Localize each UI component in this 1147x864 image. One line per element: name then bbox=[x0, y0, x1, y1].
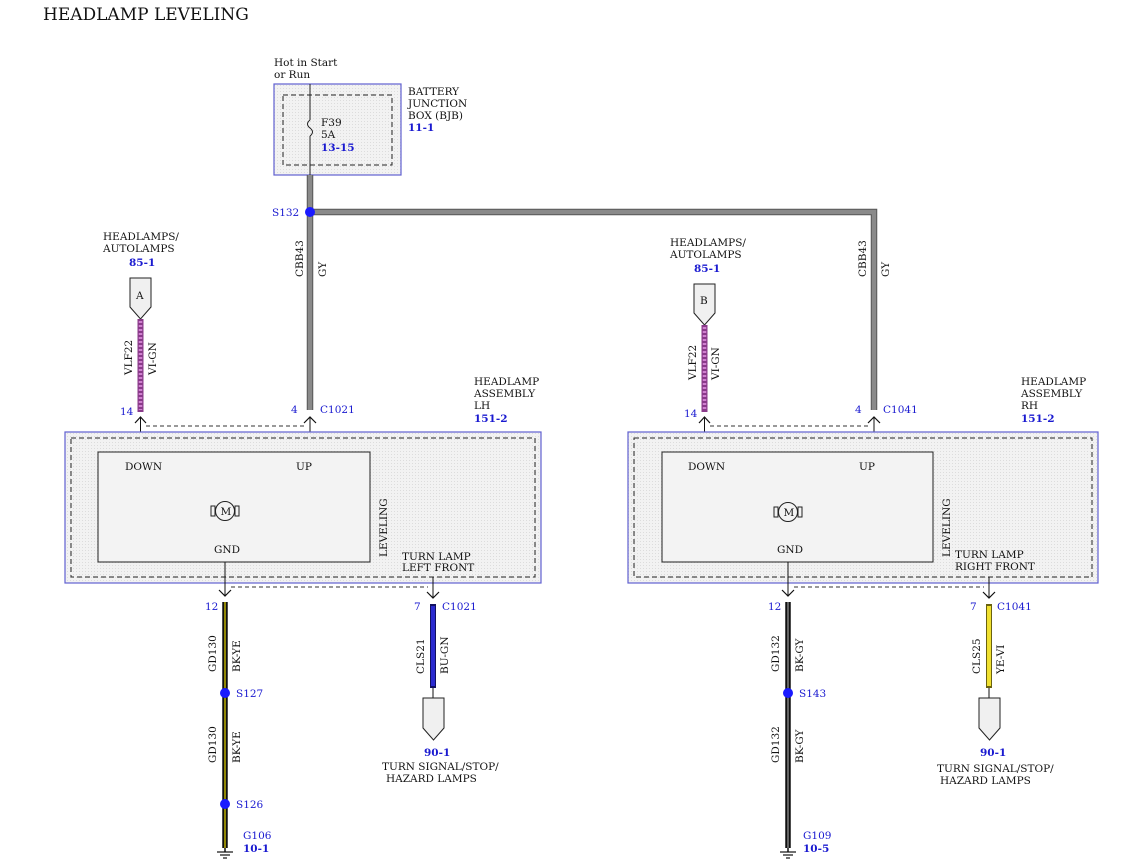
hot-label-line1: Hot in Start bbox=[274, 57, 338, 69]
right-gnd-color-2: BK-GY bbox=[794, 728, 806, 763]
left-turn-label-line2: LEFT FRONT bbox=[402, 562, 474, 574]
left-assy-ref: 151-2 bbox=[474, 413, 508, 425]
right-assy-line2: ASSEMBLY bbox=[1020, 388, 1083, 400]
right-gnd-pin: 12 bbox=[768, 601, 781, 613]
right-assy-line1: HEADLAMP bbox=[1021, 376, 1086, 388]
left-turn-dest-line2: HAZARD LAMPS bbox=[386, 773, 477, 785]
right-turn-circuit: CLS25 bbox=[971, 638, 983, 674]
left-gnd-circuit-1: GD130 bbox=[207, 635, 219, 672]
left-gnd-circuit-2: GD130 bbox=[207, 726, 219, 763]
left-turn-pin: 7 bbox=[414, 601, 421, 613]
splice-s132-dot bbox=[305, 207, 315, 217]
left-sig-color: VI-GN bbox=[147, 342, 159, 376]
bjb-name-line1: BATTERY bbox=[408, 86, 460, 98]
bjb-name-line3: BOX (BJB) bbox=[408, 110, 463, 122]
left-motor-label: M bbox=[221, 506, 232, 518]
left-ground-label: G106 bbox=[243, 830, 272, 842]
fuse-rating: 5A bbox=[321, 129, 336, 141]
right-gnd-color-1: BK-GY bbox=[794, 637, 806, 672]
right-sig-pin: 14 bbox=[684, 408, 698, 420]
left-splice-2-label: S126 bbox=[236, 799, 264, 811]
left-pwr-pin: 4 bbox=[291, 404, 298, 416]
left-ground-ref: 10-1 bbox=[243, 843, 269, 855]
right-splice-1-label: S143 bbox=[799, 688, 826, 700]
power-wires: S132 bbox=[272, 175, 878, 410]
fuse-name: F39 bbox=[321, 117, 342, 129]
splice-s132-label: S132 bbox=[272, 207, 299, 219]
diagram-title: HEADLAMP LEVELING bbox=[43, 5, 249, 25]
right-ground-icon bbox=[780, 848, 796, 859]
right-gnd-label: GND bbox=[777, 544, 803, 556]
left-down-label: DOWN bbox=[125, 461, 162, 473]
right-turn-dest-connector-icon bbox=[978, 697, 1001, 741]
splice-s143-dot bbox=[783, 688, 793, 698]
bjb-ref: 11-1 bbox=[408, 122, 434, 134]
left-gnd-label: GND bbox=[214, 544, 240, 556]
left-ground-icon bbox=[217, 848, 233, 859]
left-assy-line1: HEADLAMP bbox=[474, 376, 539, 388]
right-ground-ref: 10-5 bbox=[803, 843, 829, 855]
left-leveling-label: LEVELING bbox=[378, 498, 390, 557]
left-pwr-circuit: CBB43 bbox=[294, 240, 306, 277]
left-connector-letter: A bbox=[135, 290, 144, 302]
left-feed-label-line1: HEADLAMPS/ bbox=[103, 231, 179, 243]
right-turn-connector: C1041 bbox=[997, 601, 1032, 613]
left-splice-1-label: S127 bbox=[236, 688, 263, 700]
hot-label-line2: or Run bbox=[274, 69, 310, 81]
fuse-ref: 13-15 bbox=[321, 142, 355, 154]
splice-s127-dot bbox=[220, 688, 230, 698]
right-leveling-label: LEVELING bbox=[941, 498, 953, 557]
right-headlamp-section: HEADLAMPS/ AUTOLAMPS 85-1 B VLF22 VI-GN … bbox=[627, 237, 1099, 859]
right-feed-ref: 85-1 bbox=[694, 263, 720, 275]
right-ground-label: G109 bbox=[803, 830, 831, 842]
right-sig-circuit: VLF22 bbox=[687, 345, 699, 381]
left-turn-circuit: CLS21 bbox=[415, 638, 427, 674]
left-turn-connector: C1021 bbox=[442, 601, 477, 613]
right-pwr-pin: 4 bbox=[855, 404, 862, 416]
splice-s126-dot bbox=[220, 799, 230, 809]
right-assy-line3: RH bbox=[1021, 400, 1038, 412]
left-connector-id: C1021 bbox=[320, 404, 355, 416]
left-assy-line2: ASSEMBLY bbox=[473, 388, 536, 400]
right-assy-ref: 151-2 bbox=[1021, 413, 1055, 425]
right-pwr-color: GY bbox=[880, 261, 892, 277]
right-turn-dest-line2: HAZARD LAMPS bbox=[940, 775, 1031, 787]
battery-junction-box: Hot in Start or Run F39 5A 13-15 BATTERY… bbox=[273, 57, 467, 176]
left-feed-ref: 85-1 bbox=[129, 257, 155, 269]
left-up-label: UP bbox=[296, 461, 312, 473]
right-connector-letter: B bbox=[700, 295, 708, 307]
right-down-label: DOWN bbox=[688, 461, 725, 473]
bjb-box bbox=[273, 83, 402, 176]
right-feed-label-line1: HEADLAMPS/ bbox=[670, 237, 746, 249]
left-pwr-color: GY bbox=[317, 261, 329, 277]
right-feed-label-line2: AUTOLAMPS bbox=[669, 249, 742, 261]
bjb-name-line2: JUNCTION bbox=[407, 98, 467, 110]
left-turn-color: BU-GN bbox=[439, 636, 451, 674]
right-gnd-circuit-2: GD132 bbox=[770, 726, 782, 763]
left-gnd-color-2: BK-YE bbox=[231, 731, 243, 763]
left-headlamp-section: HEADLAMPS/ AUTOLAMPS 85-1 A VLF22 VI-GN … bbox=[64, 231, 542, 859]
right-turn-ref: 90-1 bbox=[980, 747, 1006, 759]
right-sig-color: VI-GN bbox=[710, 347, 722, 381]
left-assy-line3: LH bbox=[474, 400, 490, 412]
left-sig-pin: 14 bbox=[120, 406, 134, 418]
left-turn-dest-connector-icon bbox=[422, 697, 445, 741]
left-gnd-pin: 12 bbox=[205, 601, 218, 613]
right-pwr-circuit: CBB43 bbox=[857, 240, 869, 277]
right-turn-color: YE-VI bbox=[995, 645, 1007, 675]
right-gnd-circuit-1: GD132 bbox=[770, 635, 782, 672]
right-turn-label-line2: RIGHT FRONT bbox=[955, 561, 1035, 573]
right-turn-dest-line1: TURN SIGNAL/STOP/ bbox=[937, 763, 1054, 775]
right-turn-label-line1: TURN LAMP bbox=[955, 549, 1024, 561]
left-turn-dest-line1: TURN SIGNAL/STOP/ bbox=[382, 761, 499, 773]
left-sig-circuit: VLF22 bbox=[123, 340, 135, 376]
right-turn-pin: 7 bbox=[970, 601, 977, 613]
right-up-label: UP bbox=[859, 461, 875, 473]
left-feed-label-line2: AUTOLAMPS bbox=[102, 243, 175, 255]
left-turn-ref: 90-1 bbox=[424, 747, 450, 759]
left-gnd-color-1: BK-YE bbox=[231, 640, 243, 672]
right-motor-label: M bbox=[784, 507, 795, 519]
wiring-diagram: HEADLAMP LEVELING Hot in Start or Run F3… bbox=[43, 5, 1099, 859]
right-connector-id: C1041 bbox=[883, 404, 918, 416]
